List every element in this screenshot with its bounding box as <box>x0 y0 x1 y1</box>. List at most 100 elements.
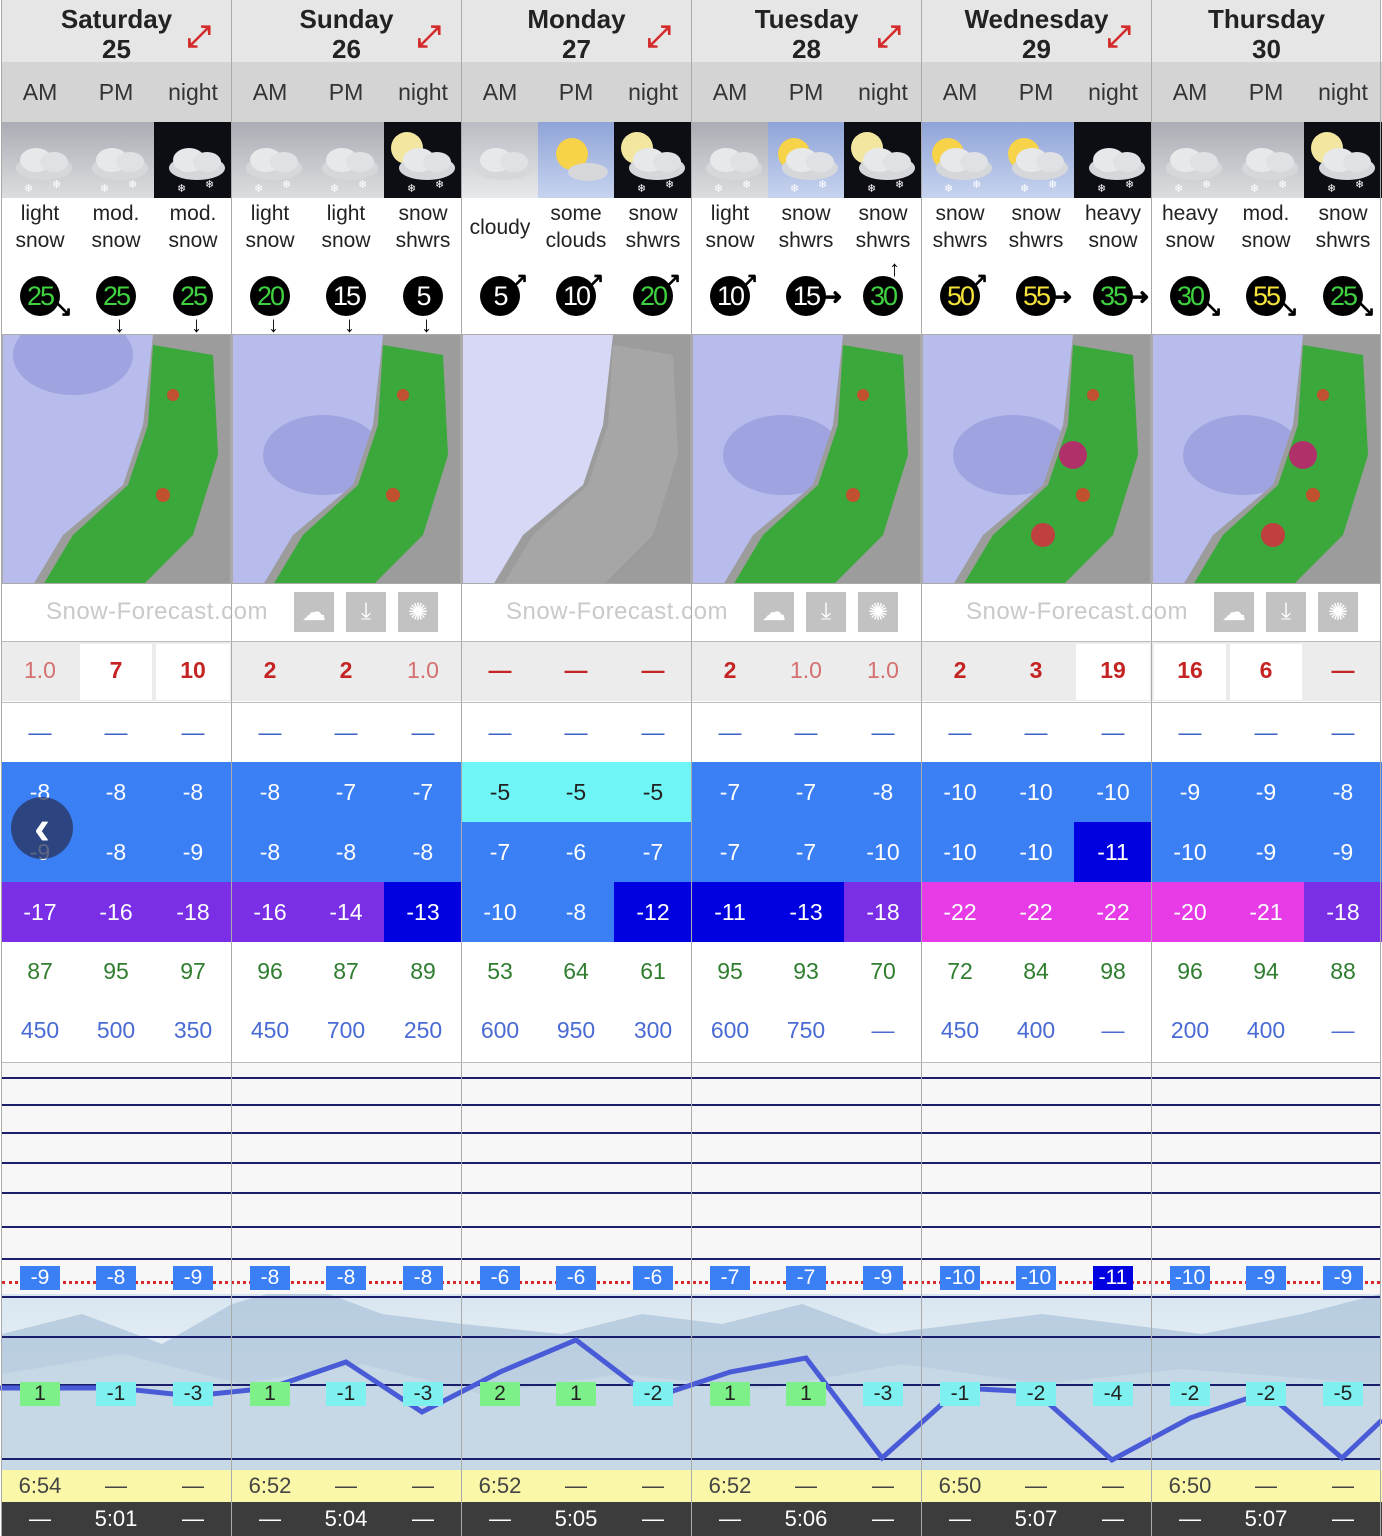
rain-amount: — <box>334 718 358 745</box>
day-separator <box>461 0 462 1536</box>
wind-direction-icon: ➜ <box>1054 284 1073 309</box>
weather-summary: mod. snow <box>154 199 232 255</box>
summary-line-1: cloudy <box>469 215 531 239</box>
sunset-time: — <box>1152 1502 1228 1536</box>
humidity: 94 <box>1253 957 1279 984</box>
wind-speed-badge: 25 <box>96 276 136 316</box>
snow-map[interactable] <box>922 334 1151 584</box>
download-icon[interactable]: ⤓ <box>806 592 846 632</box>
svg-text:❄: ❄ <box>895 179 904 191</box>
freezing-level: 300 <box>633 1016 673 1043</box>
snow-map[interactable] <box>462 334 691 584</box>
max-temp: -10 <box>998 762 1074 822</box>
expand-arrows-icon[interactable]: ⤢ <box>187 22 211 52</box>
sunset-time: 5:04 <box>308 1502 384 1536</box>
expand-arrows-icon[interactable]: ⤢ <box>647 22 671 52</box>
moon-cloud-icon: ❄ ❄ <box>844 122 922 198</box>
expand-arrows-icon[interactable]: ⤢ <box>417 22 441 52</box>
summit-temp-label: -9 <box>173 1266 213 1290</box>
snow-amount: 7 <box>109 656 123 683</box>
period-label: AM <box>232 62 308 122</box>
wind-chill: -12 <box>614 882 692 942</box>
sunrise-time: — <box>154 1470 232 1502</box>
snow-map[interactable] <box>232 334 461 584</box>
summary-line-1: light <box>20 202 60 225</box>
freezing-level: 400 <box>1016 1016 1056 1043</box>
expand-arrows-icon[interactable]: ⤢ <box>877 22 901 52</box>
summary-line-2: snow <box>705 229 755 252</box>
svg-text:❄: ❄ <box>52 179 61 191</box>
max-temp: -8 <box>78 762 154 822</box>
moon-cloud-icon: ❄ ❄ <box>1304 122 1382 198</box>
svg-text:❄: ❄ <box>1250 183 1259 195</box>
sunrise-time: 6:50 <box>1152 1470 1228 1502</box>
weather-summary: snow shwrs <box>384 199 462 255</box>
wind-direction-icon: ↓ <box>344 312 355 337</box>
snow-amount: — <box>641 656 665 683</box>
base-temp-label: 2 <box>480 1382 520 1406</box>
sun-icon[interactable]: ✺ <box>858 592 898 632</box>
map-logo: Snow-Forecast.com <box>46 598 268 625</box>
humidity: 72 <box>947 957 973 984</box>
base-temp-label: -2 <box>1016 1382 1056 1406</box>
summary-line-1: light <box>250 202 290 225</box>
svg-text:❄: ❄ <box>944 183 953 195</box>
summary-line-1: mod. <box>92 202 140 225</box>
base-temp-label: -4 <box>1093 1382 1133 1406</box>
svg-text:❄: ❄ <box>665 179 674 191</box>
base-temp-label: 1 <box>250 1382 290 1406</box>
svg-text:❄: ❄ <box>1020 183 1029 195</box>
cloud-icon[interactable]: ☁ <box>1214 592 1254 632</box>
freezing-level: 700 <box>326 1016 366 1043</box>
summary-line-2: clouds <box>545 229 607 252</box>
period-label: night <box>1304 62 1382 122</box>
chevron-left-icon[interactable]: ‹ <box>11 797 73 859</box>
snow-map[interactable] <box>2 334 231 584</box>
download-icon[interactable]: ⤓ <box>1266 592 1306 632</box>
wind-direction-icon: ↗ <box>970 268 989 293</box>
cloud-icon[interactable]: ☁ <box>754 592 794 632</box>
day-separator <box>691 0 692 1536</box>
snow-map[interactable] <box>1152 334 1381 584</box>
wind-chill: -18 <box>1304 882 1382 942</box>
download-icon[interactable]: ⤓ <box>346 592 386 632</box>
summary-line-1: light <box>710 202 750 225</box>
snow-amount: 16 <box>1177 656 1203 683</box>
svg-text:❄: ❄ <box>1355 179 1364 191</box>
freezing-level: 350 <box>173 1016 213 1043</box>
sunset-time: 5:05 <box>538 1502 614 1536</box>
moon-cloud-icon: ❄ ❄ <box>154 122 232 198</box>
wind-chill: -20 <box>1152 882 1228 942</box>
summary-line-2: shwrs <box>778 229 834 252</box>
svg-text:❄: ❄ <box>254 183 263 195</box>
rain-amount: — <box>1101 718 1125 745</box>
wind-direction-icon: ↘ <box>54 296 73 321</box>
cloud-icon[interactable]: ☁ <box>294 592 334 632</box>
snow-cloud-icon: ❄ ❄ <box>1228 122 1304 198</box>
max-temp: -9 <box>1228 762 1304 822</box>
weather-summary: mod. snow <box>78 199 154 255</box>
base-temp-label: 1 <box>786 1382 826 1406</box>
expand-arrows-icon[interactable]: ⤢ <box>1107 22 1131 52</box>
wind-chill: -16 <box>232 882 308 942</box>
summit-temp-label: -6 <box>556 1266 596 1290</box>
snow-map[interactable] <box>692 334 921 584</box>
min-temp: -7 <box>768 822 844 882</box>
summary-line-2: snow <box>91 229 141 252</box>
humidity: 97 <box>180 957 206 984</box>
max-temp: -8 <box>1304 762 1382 822</box>
summit-temp-label: -9 <box>1246 1266 1286 1290</box>
summit-temp-label: -8 <box>403 1266 443 1290</box>
sun-icon[interactable]: ✺ <box>398 592 438 632</box>
min-temp: -6 <box>538 822 614 882</box>
sun-icon[interactable]: ✺ <box>1318 592 1358 632</box>
period-label: PM <box>538 62 614 122</box>
sunrise-time: 6:54 <box>2 1470 78 1502</box>
wind-direction-icon: ↑ <box>889 256 900 281</box>
min-temp: -9 <box>154 822 232 882</box>
wind-speed-badge: 30 <box>863 276 903 316</box>
svg-text:❄: ❄ <box>24 183 33 195</box>
summit-temp-label: -10 <box>1170 1266 1210 1290</box>
rain-amount: — <box>181 718 205 745</box>
map-logo: Snow-Forecast.com <box>966 598 1188 625</box>
